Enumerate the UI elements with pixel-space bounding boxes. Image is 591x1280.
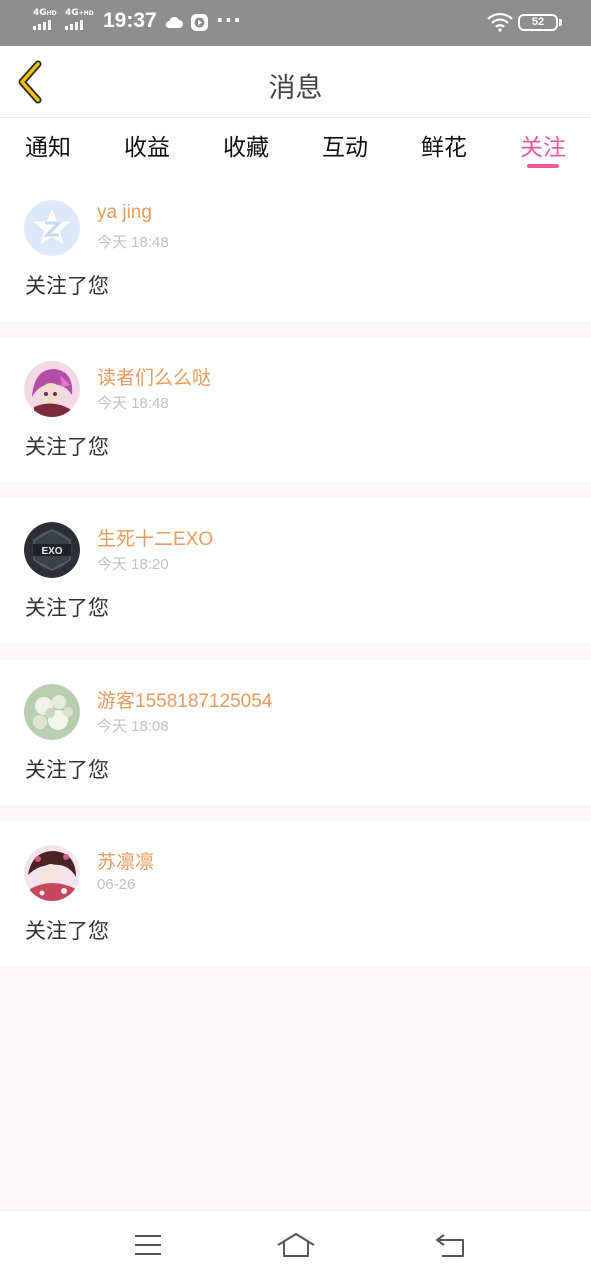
back-icon[interactable] [434,1231,468,1259]
timestamp: 今天 18:08 [97,718,169,735]
notification-message: 关注了您 [25,274,109,298]
username-link[interactable]: ya jing [97,202,152,224]
network-type-label: 4G [65,8,79,18]
page-title: 消息 [268,73,323,104]
cloud-icon [165,16,183,28]
network-type-label: 4G [33,8,47,18]
signal-bars-icon [65,20,87,30]
notification-message: 关注了您 [25,435,109,459]
username-link[interactable]: 生死十二EXO [97,524,213,551]
anime-girl-avatar-icon [24,845,80,901]
notification-item[interactable]: EXO 生死十二EXO 今天 18:20 关注了您 [0,498,591,643]
timestamp: 06-26 [97,876,136,893]
signal-4g-2: 4G+HD [65,9,94,30]
flower-photo-icon [24,684,80,740]
tab-bar: 通知 收益 收藏 互动 鲜花 关注 [0,118,591,177]
menu-icon[interactable] [133,1233,163,1257]
tab-income[interactable]: 收益 [117,128,177,162]
wifi-icon [487,12,513,32]
notification-item[interactable]: ya jing 今天 18:48 关注了您 [0,176,591,321]
timestamp: 今天 18:20 [97,556,169,573]
avatar[interactable]: EXO [24,522,80,578]
signal-4g-1: 4GHD [33,9,57,30]
network-type-sup: +HD [78,10,94,17]
status-time: 19:37 [103,9,157,32]
avatar[interactable] [24,361,80,417]
active-tab-indicator [527,164,559,168]
anime-girl-avatar-icon [24,361,80,417]
notification-message: 关注了您 [25,758,109,782]
status-bar: 4GHD 4G+HD 19:37 ··· 52 [0,0,591,46]
exo-logo-icon: EXO [24,522,80,578]
tab-favorites[interactable]: 收藏 [216,128,276,162]
notification-item[interactable]: 苏凛凛 06-26 关注了您 [0,821,591,966]
more-status-icon: ··· [216,8,242,32]
username-link[interactable]: 读者们么么哒 [97,363,211,390]
app-header: 消息 [0,46,591,118]
notification-item[interactable]: 游客1558187125054 今天 18:08 关注了您 [0,660,591,805]
username-link[interactable]: 游客1558187125054 [97,686,272,713]
video-icon [191,14,208,31]
timestamp: 今天 18:48 [97,234,169,251]
tab-follow[interactable]: 关注 [513,128,573,162]
notification-message: 关注了您 [25,596,109,620]
system-nav-bar [0,1210,591,1280]
avatar[interactable] [24,684,80,740]
avatar[interactable] [24,200,80,256]
svg-text:EXO: EXO [41,546,62,557]
qzone-logo-icon [24,200,80,256]
avatar[interactable] [24,845,80,901]
tab-flowers[interactable]: 鲜花 [414,128,474,162]
network-type-sup: HD [46,10,57,17]
tab-interaction[interactable]: 互动 [315,128,375,162]
username-link[interactable]: 苏凛凛 [97,847,154,874]
notification-message: 关注了您 [25,919,109,943]
notification-item[interactable]: 读者们么么哒 今天 18:48 关注了您 [0,337,591,482]
signal-bars-icon [33,20,55,30]
tab-notify[interactable]: 通知 [18,128,78,162]
battery-icon: 52 [518,14,562,31]
home-icon[interactable] [276,1231,316,1259]
timestamp: 今天 18:48 [97,395,169,412]
